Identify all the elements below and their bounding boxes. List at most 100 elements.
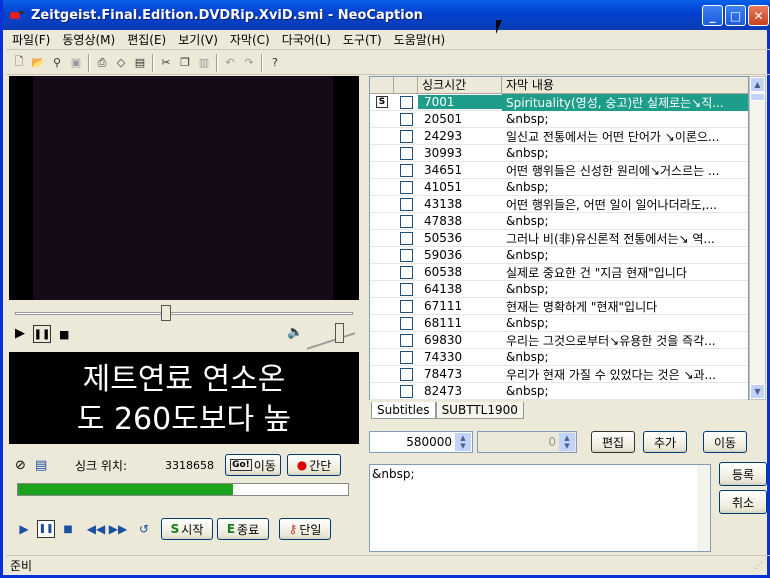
scroll-down-icon[interactable]: ▼ <box>750 384 765 399</box>
loop-icon[interactable]: ↺ <box>135 520 153 538</box>
menu-file[interactable]: 파일(F) <box>6 31 56 48</box>
row-checkbox[interactable] <box>394 179 418 196</box>
new-file-icon[interactable]: 🗋 <box>10 54 28 72</box>
row-checkbox[interactable] <box>394 196 418 213</box>
menu-subtitle[interactable]: 자막(C) <box>224 31 276 48</box>
rewind-icon[interactable]: ◀◀ <box>87 520 105 538</box>
speaker-icon[interactable]: 🔈 <box>287 325 303 340</box>
paste-icon[interactable]: ▥ <box>195 54 213 72</box>
row-checkbox[interactable] <box>394 366 418 383</box>
table-row[interactable]: 74330 &nbsp; <box>370 349 748 366</box>
table-row[interactable]: 47838 &nbsp; <box>370 213 748 230</box>
table-row[interactable]: 50536 그러나 비(非)유신론적 전통에서는↘ 역... <box>370 230 748 247</box>
pause-icon[interactable]: ❚❚ <box>37 520 55 538</box>
table-row[interactable]: 41051 &nbsp; <box>370 179 748 196</box>
row-checkbox[interactable] <box>394 264 418 281</box>
table-row[interactable]: 67111 현재는 명확하게 "현재"입니다 <box>370 298 748 315</box>
row-checkbox[interactable] <box>394 213 418 230</box>
row-checkbox[interactable] <box>394 298 418 315</box>
stop-icon[interactable]: ■ <box>59 328 69 341</box>
binoculars-icon[interactable]: ⚲ <box>48 54 66 72</box>
cut-icon[interactable]: ✂ <box>157 54 175 72</box>
edit-button[interactable]: 편집 <box>591 431 635 453</box>
row-checkbox[interactable] <box>394 315 418 332</box>
table-row[interactable]: 69830 우리는 그것으로부터↘유용한 것을 즉각... <box>370 332 748 349</box>
header-sync-time[interactable]: 싱크시간 <box>418 77 502 93</box>
link-icon[interactable]: ⊘ <box>15 458 35 473</box>
tab-subttl1900[interactable]: SUBTTL1900 <box>435 402 524 419</box>
play-icon[interactable]: ▶ <box>15 326 25 341</box>
row-checkbox[interactable] <box>394 162 418 179</box>
seek-thumb[interactable] <box>161 305 171 321</box>
add-button[interactable]: 추가 <box>643 431 687 453</box>
table-row[interactable]: 30993 &nbsp; <box>370 145 748 162</box>
subtitle-file-icon[interactable]: ▤ <box>35 458 55 473</box>
table-row[interactable]: 34651 어떤 행위들은 신성한 원리에↘거스르는 ... <box>370 162 748 179</box>
table-row[interactable]: S 7001 Spirituality(영성, 숭고)란 실제로는↘직... <box>370 93 748 111</box>
print-preview-icon[interactable]: ⎙ <box>93 54 111 72</box>
menu-view[interactable]: 보기(V) <box>172 31 224 48</box>
stop-icon[interactable]: ■ <box>59 520 77 538</box>
move-button[interactable]: 이동 <box>703 431 747 453</box>
table-scrollbar[interactable]: ▲ ▼ <box>749 76 766 400</box>
video-view[interactable] <box>9 76 359 300</box>
single-button[interactable]: ⚷ 단일 <box>279 518 331 540</box>
image-icon[interactable]: ▤ <box>131 54 149 72</box>
table-row[interactable]: 60538 실제로 중요한 건 "지금 현재"입니다 <box>370 264 748 281</box>
scroll-thumb[interactable] <box>750 93 765 101</box>
row-checkbox[interactable] <box>394 230 418 247</box>
row-checkbox[interactable] <box>394 383 418 400</box>
cancel-button[interactable]: 취소 <box>719 490 767 514</box>
resize-grip-icon[interactable]: ⋰ <box>754 561 766 573</box>
copy-icon[interactable]: ❐ <box>176 54 194 72</box>
save-icon[interactable]: ▣ <box>67 54 85 72</box>
volume-track[interactable] <box>307 332 355 350</box>
seek-track[interactable] <box>15 312 353 315</box>
menu-video[interactable]: 동영상(M) <box>56 31 121 48</box>
open-folder-icon[interactable]: 📂 <box>29 54 47 72</box>
row-checkbox[interactable] <box>394 349 418 366</box>
text-scrollbar[interactable] <box>697 465 710 551</box>
maximize-button[interactable]: □ <box>725 5 746 26</box>
table-row[interactable]: 43138 어떤 행위들은, 어떤 일이 일어나더라도,... <box>370 196 748 213</box>
header-subtitle-text[interactable]: 자막 내용 <box>502 77 748 93</box>
row-checkbox[interactable] <box>394 145 418 162</box>
row-checkbox[interactable] <box>394 332 418 349</box>
forward-icon[interactable]: ▶▶ <box>109 520 127 538</box>
menu-tools[interactable]: 도구(T) <box>337 31 388 48</box>
start-button[interactable]: S 시작 <box>161 518 213 540</box>
time-spinner[interactable]: 580000 ▲ ▼ <box>369 431 473 453</box>
help-icon[interactable]: ? <box>266 54 284 72</box>
table-row[interactable]: 68111 &nbsp; <box>370 315 748 332</box>
play-icon[interactable]: ▶ <box>15 520 33 538</box>
scroll-up-icon[interactable]: ▲ <box>750 77 765 92</box>
title-bar[interactable]: Zeitgeist.Final.Edition.DVDRip.XviD.smi … <box>3 0 770 30</box>
row-checkbox[interactable] <box>394 128 418 145</box>
row-checkbox[interactable] <box>394 111 418 128</box>
table-row[interactable]: 78473 우리가 현재 가질 수 있었다는 것은 ↘과... <box>370 366 748 383</box>
tab-subtitles[interactable]: Subtitles <box>371 402 436 419</box>
close-button[interactable]: ✕ <box>748 5 769 26</box>
table-row[interactable]: 24293 일신교 전통에서는 어떤 단어가 ↘이론으... <box>370 128 748 145</box>
eraser-icon[interactable]: ◇ <box>112 54 130 72</box>
end-button[interactable]: E 종료 <box>217 518 269 540</box>
table-row[interactable]: 20501 &nbsp; <box>370 111 748 128</box>
spin-arrows-icon[interactable]: ▲ ▼ <box>455 433 471 451</box>
menu-help[interactable]: 도움말(H) <box>388 31 452 48</box>
go-move-button[interactable]: Go! 이동 <box>225 454 281 476</box>
simple-button[interactable]: ● 간단 <box>287 454 341 476</box>
redo-icon[interactable]: ↷ <box>240 54 258 72</box>
register-button[interactable]: 등록 <box>719 462 767 486</box>
row-checkbox[interactable] <box>394 247 418 264</box>
row-checkbox[interactable] <box>394 94 418 111</box>
menu-multilang[interactable]: 다국어(L) <box>276 31 337 48</box>
table-row[interactable]: 64138 &nbsp; <box>370 281 748 298</box>
undo-icon[interactable]: ↶ <box>221 54 239 72</box>
row-checkbox[interactable] <box>394 281 418 298</box>
minimize-button[interactable]: _ <box>702 5 723 26</box>
table-row[interactable]: 82473 &nbsp; <box>370 383 748 400</box>
pause-icon[interactable]: ❚❚ <box>33 325 51 343</box>
volume-thumb[interactable] <box>335 323 344 343</box>
table-row[interactable]: 59036 &nbsp; <box>370 247 748 264</box>
subtitle-text-input[interactable]: &nbsp; <box>369 464 711 552</box>
